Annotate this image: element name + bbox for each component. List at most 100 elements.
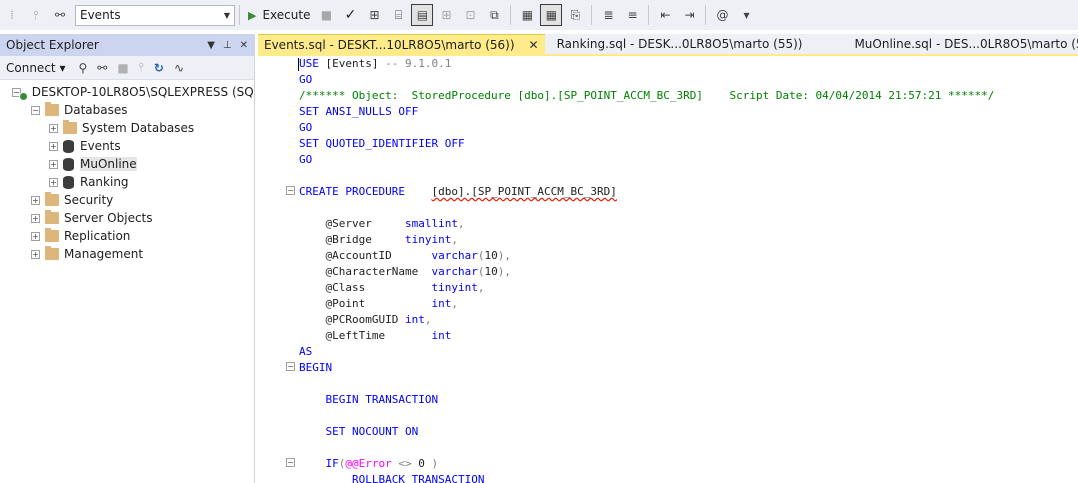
expand-icon[interactable]: + (31, 231, 40, 241)
object-explorer-toolbar: Connect ▾ ⚲ ⚯ ■ ⫯ ↻ ∿ (0, 56, 254, 80)
filter-icon[interactable]: ⫯ (25, 4, 47, 26)
folder-icon (45, 228, 59, 242)
collapse-icon[interactable]: − (31, 105, 40, 115)
code-line: CREATE PROCEDURE [dbo].[SP_POINT_ACCM_BC… (299, 184, 994, 200)
tree-node-security[interactable]: + Security (0, 191, 254, 209)
code-token: [Events] (318, 57, 386, 70)
connect-icon[interactable]: ⁞ (1, 4, 23, 26)
activity-monitor-icon[interactable]: ∿ (174, 61, 184, 75)
expand-icon[interactable]: + (49, 177, 58, 187)
expand-icon[interactable]: + (31, 195, 40, 205)
tree-node-system-databases[interactable]: + System Databases (0, 119, 254, 137)
code-token: , (424, 313, 432, 326)
toolbar-separator (591, 5, 593, 25)
tree-node-db-muonline[interactable]: + MuOnline (0, 155, 254, 173)
expand-icon[interactable]: + (49, 159, 58, 169)
change-connection-icon[interactable]: ⚯ (49, 4, 71, 26)
fold-collapse-icon[interactable]: − (286, 362, 295, 371)
expand-icon[interactable]: + (31, 249, 40, 259)
code-token: /****** Object: StoredProcedure [dbo].[S… (299, 89, 995, 102)
results-to-text-icon[interactable]: ▦ (516, 4, 538, 26)
increase-indent-icon[interactable]: ⇥ (678, 4, 700, 26)
code-token: , (457, 217, 465, 230)
tree-node-db-events[interactable]: + Events (0, 137, 254, 155)
code-token: @Point (325, 297, 366, 310)
tree-node-databases[interactable]: − Databases (0, 101, 254, 119)
execute-button[interactable]: ▶ Execute (244, 4, 314, 26)
filter-icon[interactable]: ⫯ (139, 60, 144, 75)
tree-node-server-objects[interactable]: + Server Objects (0, 209, 254, 227)
connect-object-icon[interactable]: ⚲ (78, 61, 87, 75)
include-plan-icon[interactable]: ⊞ (435, 4, 457, 26)
sqlcmd-mode-icon[interactable]: ⧉ (483, 4, 505, 26)
tab-events-sql[interactable]: Events.sql - DESKT...10LR8O5\marto (56))… (258, 34, 545, 54)
main-toolbar: ⁞ ⫯ ⚯ Events ▼ ▶ Execute ■ ✓ ⊞ ⌸ ▤ ⊞ ⊡ ⧉… (0, 0, 1078, 30)
code-token: QUOTED_IDENTIFIER (318, 137, 445, 150)
pin-icon[interactable]: ⊥ (223, 40, 232, 51)
results-to-grid-icon[interactable]: ▤ (411, 4, 434, 26)
toolbar-options-icon[interactable]: ▾ (735, 4, 757, 26)
query-designer-icon[interactable]: ⌸ (387, 4, 409, 26)
specify-values-icon[interactable]: @ (711, 4, 733, 26)
code-token: @@Error (345, 457, 392, 470)
code-token: USE (299, 57, 319, 70)
tree-node-replication[interactable]: + Replication (0, 227, 254, 245)
change-indicator-bar (286, 56, 290, 483)
uncomment-icon[interactable]: ≡ (621, 4, 643, 26)
comment-icon[interactable]: ≣ (597, 4, 619, 26)
code-token: 10 (484, 249, 498, 262)
tab-muonline-sql[interactable]: MuOnline.sql - DES...0LR8O5\marto (52)) (848, 34, 1078, 54)
refresh-icon[interactable]: ↻ (154, 61, 164, 75)
client-stats-icon[interactable]: ⊡ (459, 4, 481, 26)
code-line: IF(@@Error <> 0 ) (299, 456, 994, 472)
code-token: <> (391, 457, 419, 470)
code-line: /****** Object: StoredProcedure [dbo].[S… (299, 88, 994, 104)
display-plan-icon[interactable]: ⊞ (363, 4, 385, 26)
folder-icon (45, 102, 59, 116)
query-editor[interactable]: − − − USE [Events] -- 9.1.0.1 GO /******… (258, 56, 1078, 483)
stop-icon[interactable]: ■ (117, 61, 128, 75)
parse-check-icon[interactable]: ✓ (339, 4, 361, 26)
connect-button[interactable]: Connect ▾ (6, 61, 65, 75)
toolbar-separator (239, 5, 240, 25)
stop-icon[interactable]: ■ (315, 4, 337, 26)
code-line: @Server smallint, (299, 216, 994, 232)
close-icon[interactable]: ✕ (529, 38, 539, 52)
play-icon: ▶ (248, 8, 257, 22)
security-label: Security (64, 193, 114, 207)
tab-ranking-sql[interactable]: Ranking.sql - DESK...0LR8O5\marto (55)) (551, 34, 809, 54)
code-token: @PCRoomGUID (325, 313, 399, 326)
expand-icon[interactable]: + (49, 123, 58, 133)
close-icon[interactable]: ✕ (240, 40, 248, 51)
available-databases-select[interactable]: Events ▼ (75, 4, 235, 26)
database-select-value: Events (80, 8, 121, 22)
code-line: @PCRoomGUID int, (299, 312, 994, 328)
fold-collapse-icon[interactable]: − (286, 186, 295, 195)
object-explorer-tree: − DESKTOP-10LR8O5\SQLEXPRESS (SQL S − Da… (0, 80, 254, 483)
results-grid-icon[interactable]: ▦ (540, 4, 563, 26)
tree-node-server[interactable]: − DESKTOP-10LR8O5\SQLEXPRESS (SQL S (0, 83, 254, 101)
expand-icon[interactable]: + (31, 213, 40, 223)
disconnect-icon[interactable]: ⚯ (97, 61, 107, 75)
code-token: GO (299, 73, 313, 86)
code-line: @Bridge tinyint, (299, 232, 994, 248)
code-token: varchar (431, 249, 478, 262)
tab-label: MuOnline.sql - DES...0LR8O5\marto (52)) (854, 37, 1078, 51)
expand-icon[interactable]: + (49, 141, 58, 151)
object-explorer-titlebar: Object Explorer ▼ ⊥ ✕ (0, 34, 254, 56)
tree-node-management[interactable]: + Management (0, 245, 254, 263)
object-explorer-title: Object Explorer (6, 38, 99, 52)
code-token: ), (497, 265, 511, 278)
decrease-indent-icon[interactable]: ⇤ (654, 4, 676, 26)
window-position-icon[interactable]: ▼ (207, 40, 215, 51)
fold-collapse-icon[interactable]: − (286, 458, 295, 467)
database-icon (63, 157, 74, 171)
tree-node-db-ranking[interactable]: + Ranking (0, 173, 254, 191)
code-token: GO (299, 121, 313, 134)
results-to-file-icon[interactable]: ⎘ (564, 4, 586, 26)
